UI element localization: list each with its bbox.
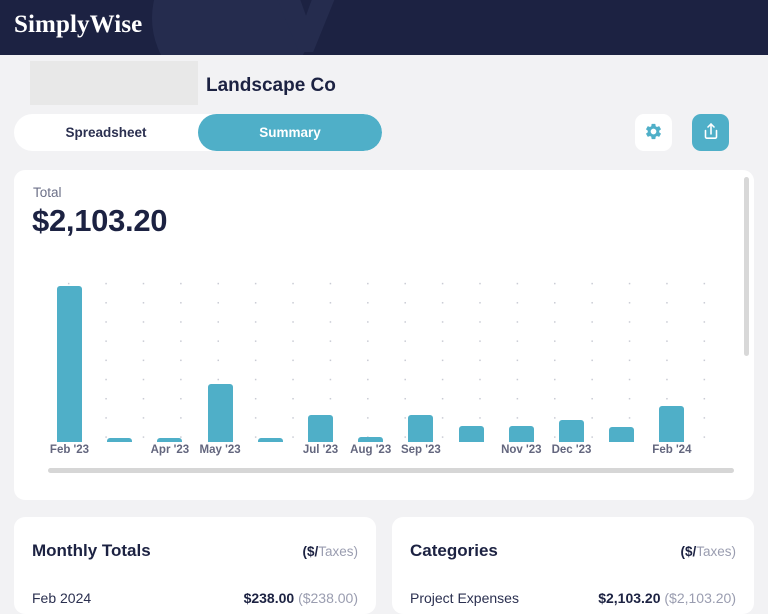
categories-unit: ($/Taxes) bbox=[680, 544, 736, 559]
bar-chart-plot-area bbox=[42, 270, 732, 442]
categories-title: Categories bbox=[410, 541, 498, 561]
simplywise-logo: SimplyWise bbox=[14, 11, 142, 39]
x-axis-label: Jul '23 bbox=[303, 444, 338, 456]
x-axis-label: May '23 bbox=[200, 444, 241, 456]
unit-currency: ($/ bbox=[680, 544, 696, 559]
settings-button[interactable] bbox=[635, 114, 672, 151]
app-header-bar: SimplyWise bbox=[0, 0, 768, 55]
unit-taxes: Taxes) bbox=[696, 544, 736, 559]
bar[interactable] bbox=[308, 415, 333, 442]
row-label: Project Expenses bbox=[410, 590, 519, 606]
list-item[interactable]: Feb 2024 $238.00 ($238.00) bbox=[32, 590, 358, 606]
tab-spreadsheet[interactable]: Spreadsheet bbox=[14, 114, 198, 151]
monthly-totals-title: Monthly Totals bbox=[32, 541, 151, 561]
row-primary-amount: $238.00 bbox=[244, 590, 295, 606]
categories-card: Categories ($/Taxes) Project Expenses $2… bbox=[392, 517, 754, 614]
x-axis-label: Dec '23 bbox=[552, 444, 592, 456]
list-item[interactable]: Project Expenses $2,103.20 ($2,103.20) bbox=[410, 590, 736, 606]
app-root: SimplyWise Landscape Co Spreadsheet Summ… bbox=[0, 0, 768, 614]
monthly-totals-header: Monthly Totals ($/Taxes) bbox=[32, 541, 358, 561]
categories-header: Categories ($/Taxes) bbox=[410, 541, 736, 561]
x-axis-label: Feb '24 bbox=[652, 444, 691, 456]
share-upload-icon bbox=[701, 121, 721, 144]
bar[interactable] bbox=[559, 420, 584, 442]
x-axis-label: Aug '23 bbox=[350, 444, 391, 456]
row-secondary-amount: ($238.00) bbox=[298, 590, 358, 606]
bar[interactable] bbox=[609, 427, 634, 442]
monthly-totals-card: Monthly Totals ($/Taxes) Feb 2024 $238.0… bbox=[14, 517, 376, 614]
bar[interactable] bbox=[509, 426, 534, 442]
unit-currency: ($/ bbox=[302, 544, 318, 559]
bar[interactable] bbox=[459, 426, 484, 442]
bar[interactable] bbox=[208, 384, 233, 442]
bar-series bbox=[42, 270, 732, 442]
bar[interactable] bbox=[358, 437, 383, 442]
view-tabs[interactable]: Spreadsheet Summary bbox=[14, 114, 382, 151]
row-values: $2,103.20 ($2,103.20) bbox=[598, 590, 736, 606]
total-label: Total bbox=[33, 185, 62, 200]
x-axis-label: Apr '23 bbox=[151, 444, 190, 456]
row-values: $238.00 ($238.00) bbox=[244, 590, 358, 606]
x-axis-tick-labels: Feb '23 Apr '23 May '23 Jul '23 Aug '23 Sep '… bbox=[42, 444, 732, 462]
bar[interactable] bbox=[157, 438, 182, 442]
company-logo-placeholder bbox=[30, 61, 198, 105]
account-header-row: Landscape Co bbox=[0, 55, 768, 110]
bar[interactable] bbox=[57, 286, 82, 442]
row-primary-amount: $2,103.20 bbox=[598, 590, 660, 606]
row-secondary-amount: ($2,103.20) bbox=[664, 590, 736, 606]
share-button[interactable] bbox=[692, 114, 729, 151]
summary-chart-card: Total $2,103.20 Feb '23 Apr '23 May '23 Jul… bbox=[14, 170, 754, 500]
chart-vertical-scrollbar-track[interactable] bbox=[745, 173, 752, 497]
unit-taxes: Taxes) bbox=[318, 544, 358, 559]
chart-horizontal-scrollbar-thumb[interactable] bbox=[48, 468, 734, 473]
bar[interactable] bbox=[107, 438, 132, 442]
bar[interactable] bbox=[258, 438, 283, 442]
x-axis-label: Sep '23 bbox=[401, 444, 441, 456]
bar[interactable] bbox=[659, 406, 684, 442]
gear-icon bbox=[644, 122, 663, 144]
x-axis-label: Nov '23 bbox=[501, 444, 541, 456]
chart-vertical-scrollbar-thumb[interactable] bbox=[744, 177, 749, 356]
row-label: Feb 2024 bbox=[32, 590, 91, 606]
total-value: $2,103.20 bbox=[32, 203, 167, 239]
x-axis-label: Feb '23 bbox=[50, 444, 89, 456]
account-name: Landscape Co bbox=[206, 75, 336, 97]
bar[interactable] bbox=[408, 415, 433, 442]
monthly-totals-unit: ($/Taxes) bbox=[302, 544, 358, 559]
tab-summary[interactable]: Summary bbox=[198, 114, 382, 151]
